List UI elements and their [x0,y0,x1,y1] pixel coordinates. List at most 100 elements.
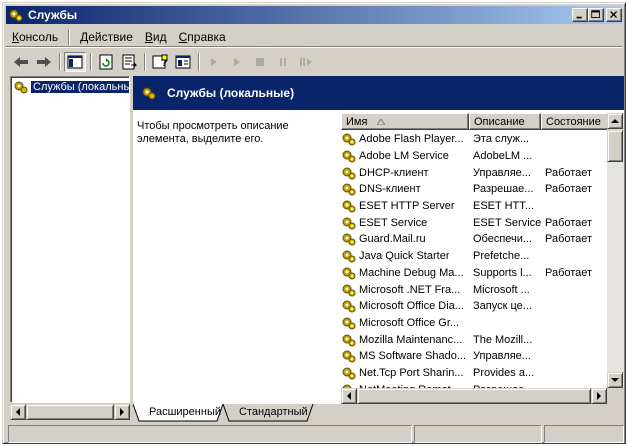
list-horizontal-scrollbar[interactable] [341,388,607,404]
minimize-button[interactable] [572,8,588,22]
help-icon: ? [152,54,168,69]
close-icon [610,11,618,19]
column-name-header[interactable]: Имя [341,113,469,130]
service-name: MS Software Shado... [359,350,466,363]
service-name: Adobe Flash Player... [359,133,464,146]
service-name: Microsoft .NET Fra... [359,283,461,296]
service-state: Работает [545,183,593,196]
service-gear-icon [342,350,356,363]
table-row[interactable]: DNS-клиент Разрешае... Работает [341,181,611,198]
service-name: Mozilla Maintenanc... [359,333,463,346]
service-name-cell: Adobe Flash Player... [341,132,469,146]
tree-horizontal-scrollbar[interactable] [10,404,130,420]
service-gear-icon [342,334,356,347]
column-description-header[interactable]: Описание [469,113,541,130]
back-arrow-icon [14,57,28,67]
services-list[interactable]: Имя Описание Состояние Adobe Flash Playe… [341,113,624,404]
show-hide-tree-button[interactable] [64,52,86,72]
service-name: ESET Service [359,216,428,229]
menu-view[interactable]: Вид [139,30,173,44]
service-state: Работает [545,166,593,179]
menu-help[interactable]: Справка [173,30,232,44]
tab-standard[interactable]: Стандартный [231,404,316,422]
service-gear-icon [342,150,356,163]
scroll-down-button[interactable] [607,372,623,388]
toolbar-separator [144,53,146,71]
export-list-button[interactable] [118,52,140,72]
arrow-right-icon [597,392,601,400]
table-row[interactable]: ESET HTTP Server ESET HTT... [341,198,611,215]
column-state-header[interactable]: Состояние [541,113,611,130]
table-row[interactable]: MS Software Shado... Управляе... [341,348,611,365]
scroll-thumb[interactable] [26,404,114,420]
service-description: Разрешае... [473,183,534,196]
status-pane [544,425,624,443]
stop-service-button[interactable] [249,52,271,72]
scroll-up-button[interactable] [607,113,623,129]
scroll-left-button[interactable] [341,388,357,404]
scroll-thumb[interactable] [357,388,591,404]
export-list-icon [122,54,137,70]
start-service-button[interactable] [203,52,225,72]
toolbar-separator [198,53,200,71]
close-button[interactable] [606,8,622,22]
arrow-left-icon [16,408,20,416]
service-description: Запуск це... [473,300,532,313]
service-description: Supports l... [473,266,532,279]
service-name-cell: Mozilla Maintenanc... [341,333,469,347]
back-button[interactable] [10,52,32,72]
service-state: Работает [545,216,593,229]
arrow-right-icon [120,408,124,416]
menu-separator [68,28,71,45]
table-row[interactable]: ESET Service ESET Service Работает [341,214,611,231]
help-button[interactable]: ? [149,52,171,72]
play-icon [211,58,217,66]
menu-console[interactable]: Консоль [6,30,64,44]
table-row[interactable]: Microsoft .NET Fra... Microsoft ... [341,281,611,298]
service-name: Microsoft Office Dia... [359,300,464,313]
scroll-left-button[interactable] [10,404,26,420]
refresh-button[interactable] [95,52,117,72]
menu-action[interactable]: Действие [74,30,139,44]
table-row[interactable]: Microsoft Office Dia... Запуск це... [341,298,611,315]
service-name-cell: Guard.Mail.ru [341,232,469,246]
table-row[interactable]: Net.Tcp Port Sharin... Provides a... [341,365,611,382]
table-row[interactable]: Adobe LM Service AdobeLM ... [341,148,611,165]
description-hint: Чтобы просмотреть описание элемента, выд… [137,120,289,145]
table-row[interactable]: DHCP-клиент Управляе... Работает [341,164,611,181]
scroll-thumb[interactable] [607,130,623,162]
forward-button[interactable] [33,52,55,72]
service-name-cell: Net.Tcp Port Sharin... [341,366,469,380]
service-description: Управляе... [473,166,531,179]
table-row[interactable]: Adobe Flash Player... Эта служ... [341,131,611,148]
toolbar: ? [6,50,622,74]
tab-extended[interactable]: Расширенный [141,404,229,422]
service-gear-icon [342,167,356,180]
start-service-alt-button[interactable] [226,52,248,72]
service-name: Net.Tcp Port Sharin... [359,366,464,379]
services-gear-icon [9,9,23,22]
restart-service-button[interactable] [295,52,317,72]
table-row[interactable]: Machine Debug Ma... Supports l... Работает [341,265,611,282]
table-row[interactable]: Microsoft Office Gr... [341,315,611,332]
service-description: AdobeLM ... [473,150,533,163]
arrow-up-icon [611,119,619,123]
table-row[interactable]: Mozilla Maintenanc... The Mozill... [341,331,611,348]
list-vertical-scrollbar[interactable] [607,113,624,388]
console-tree[interactable]: Службы (локальные) [10,76,130,403]
tree-node-services-local[interactable]: Службы (локальные) [13,80,129,94]
maximize-button[interactable] [588,8,604,22]
service-name-cell: Adobe LM Service [341,149,469,163]
scroll-right-button[interactable] [591,388,607,404]
service-name: Java Quick Starter [359,250,450,263]
table-row[interactable]: Guard.Mail.ru Обеспечи... Работает [341,231,611,248]
table-row[interactable]: Java Quick Starter Prefetche... [341,248,611,265]
column-state-label: Состояние [546,116,601,128]
scrollbar-corner [607,388,624,404]
pause-service-button[interactable] [272,52,294,72]
scroll-right-button[interactable] [114,404,130,420]
service-name-cell: ESET HTTP Server [341,199,469,213]
view-tabs: Расширенный Стандартный [133,404,624,422]
title-bar[interactable]: Службы [6,6,622,24]
properties-button[interactable] [172,52,194,72]
